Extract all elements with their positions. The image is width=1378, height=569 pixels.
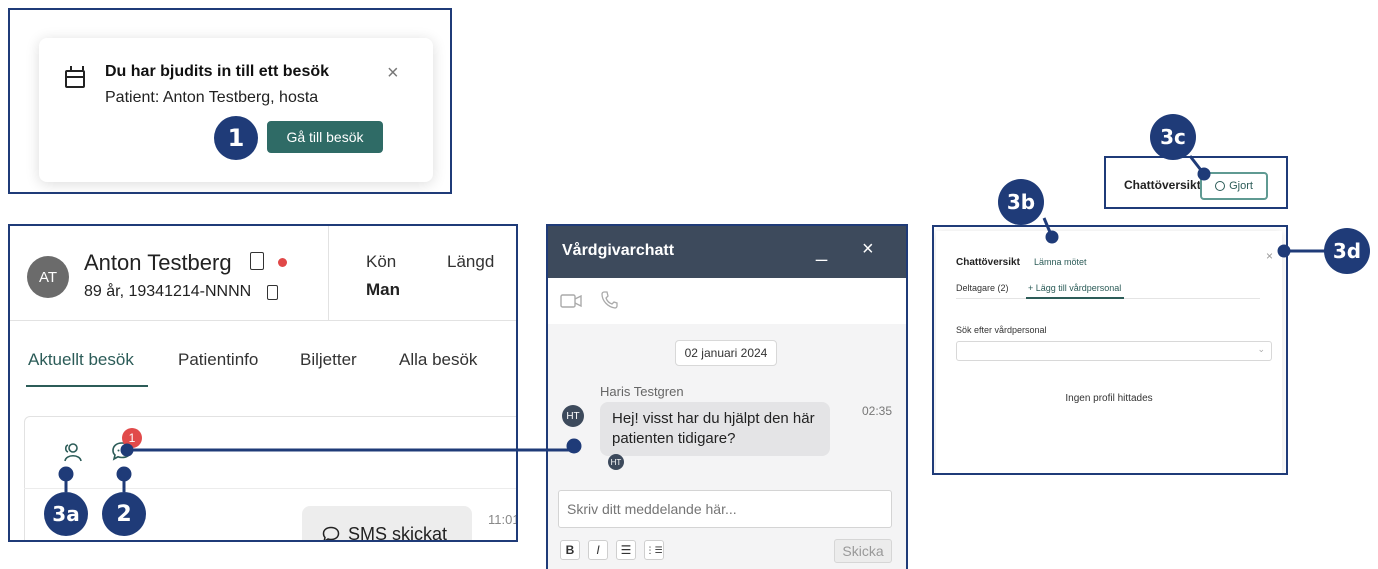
connector-dot (566, 438, 582, 454)
step-marker-2: 2 (102, 492, 146, 536)
connector-dot (1197, 167, 1211, 181)
step-marker-1: 1 (214, 116, 258, 160)
annotation-connectors (58, 155, 1326, 492)
connector-dot (58, 466, 74, 482)
connector-dot (116, 466, 132, 482)
step-marker-3a: 3a (44, 492, 88, 536)
connector-dot (120, 443, 134, 457)
step-marker-3c: 3c (1150, 114, 1196, 160)
step-marker-3d: 3d (1324, 228, 1370, 274)
step-marker-3b: 3b (998, 179, 1044, 225)
connector-dot (1045, 230, 1059, 244)
connector-dot (1277, 244, 1291, 258)
